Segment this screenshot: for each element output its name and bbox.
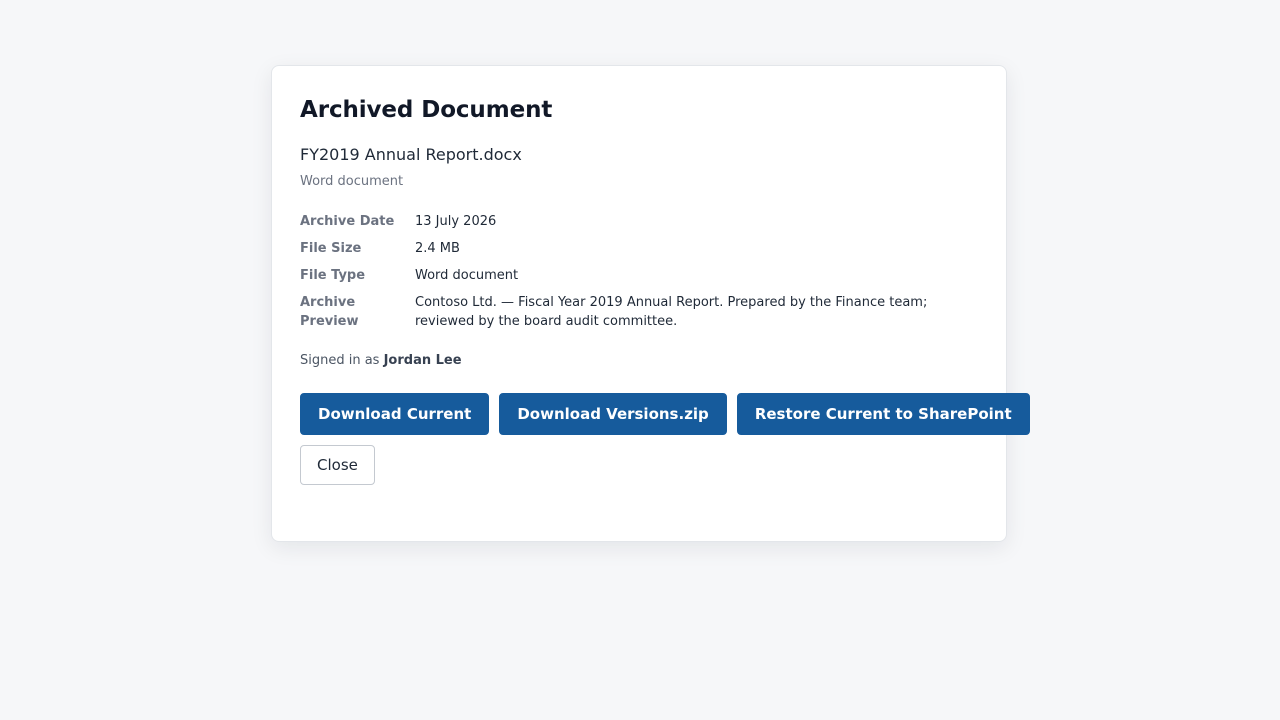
- detail-label: Archive Date: [300, 214, 395, 229]
- file-name: FY2019 Annual Report.docx: [300, 145, 522, 164]
- download-versions-button[interactable]: Download Versions.zip: [499, 393, 727, 435]
- document-details: Archive Date 13 July 2026 File Size 2.4 …: [300, 212, 980, 339]
- detail-value: Contoso Ltd. — Fiscal Year 2019 Annual R…: [415, 295, 928, 329]
- detail-label: File Type: [300, 268, 366, 283]
- restore-to-sharepoint-button[interactable]: Restore Current to SharePoint: [736, 393, 1030, 435]
- detail-label: File Size: [300, 241, 362, 256]
- signed-in-status: Signed in as Jordan Lee: [300, 353, 462, 368]
- detail-row-archive-date: Archive Date 13 July 2026: [300, 212, 980, 231]
- detail-row-file-size: File Size 2.4 MB: [300, 239, 980, 258]
- detail-label: Archive Preview: [300, 295, 359, 329]
- dialog-actions: Download Current Download Versions.zip R…: [300, 393, 1030, 435]
- detail-value: 2.4 MB: [415, 241, 460, 256]
- detail-row-file-type: File Type Word document: [300, 266, 980, 285]
- download-current-button[interactable]: Download Current: [300, 393, 490, 435]
- signed-in-prefix: Signed in as: [300, 353, 384, 368]
- signed-in-user: Jordan Lee: [383, 353, 462, 368]
- dialog-title: Archived Document: [300, 97, 553, 123]
- file-kind: Word document: [300, 174, 404, 189]
- close-button[interactable]: Close: [300, 445, 375, 485]
- detail-row-archive-preview: Archive Preview Contoso Ltd. — Fiscal Ye…: [300, 293, 980, 331]
- archived-document-dialog: Archived Document FY2019 Annual Report.d…: [271, 65, 1030, 542]
- detail-value: Word document: [415, 268, 519, 283]
- detail-value: 13 July 2026: [415, 214, 497, 229]
